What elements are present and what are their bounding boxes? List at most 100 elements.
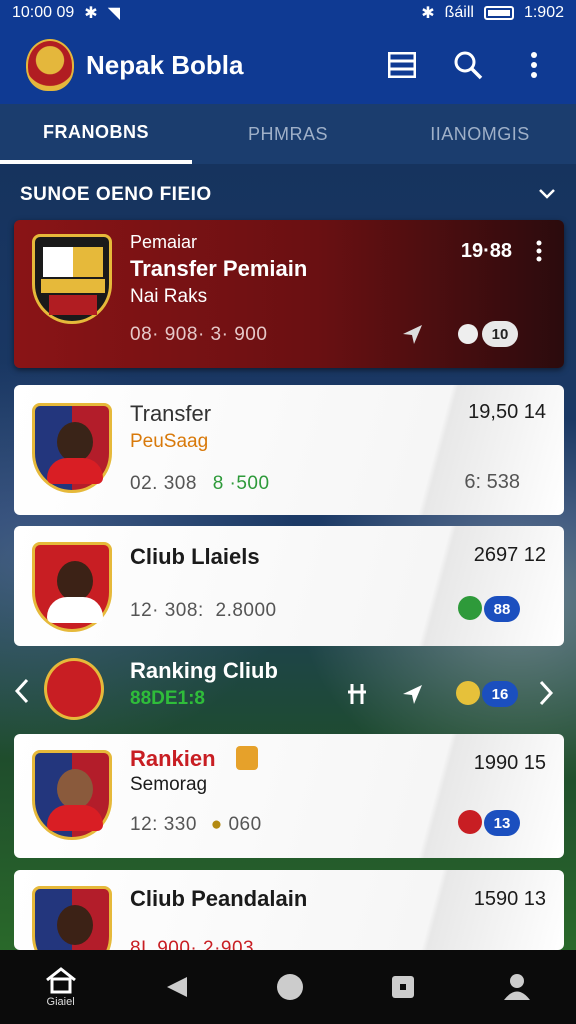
player-face [57,422,93,462]
meta-b: 060 [228,814,262,835]
nav-profile[interactable] [502,973,532,1001]
card-title: Transfer Pemiain [130,256,308,281]
player-shirt [47,458,103,484]
tab-phmras[interactable]: PHMRAS [192,104,384,164]
bluetooth-icon: ✱ [84,5,98,22]
card-meta: 8L 900· 2·903 [130,938,255,950]
card-score: 1590 13 [473,888,546,910]
card-meta: 08· 908· 3· 900 [130,324,268,345]
clock-icon [458,324,478,344]
bluetooth-icon: ✱ [421,5,435,22]
player-face [57,561,93,601]
count-badge: 13 [484,810,520,836]
card-overline: Pemaiar [130,232,198,252]
app-logo [26,39,74,91]
ranking-subtitle: 88DE1:8 [130,688,205,709]
status-time: 10:00 09 [12,4,75,21]
featured-transfer-card[interactable]: Pemaiar Transfer Pemiain Nai Raks 08· 90… [14,220,564,368]
club-card[interactable]: Cliub Llaiels 12· 308: 2.8000 2697 12 88 [14,526,564,646]
card-score: 1990 15 [473,752,546,774]
player-face [57,905,93,945]
ranking-title: Ranking Cliub [130,658,278,683]
trophy-icon [456,681,480,705]
tab-bar: FRANOBNS PHMRAS IIANOMGIS [0,104,576,164]
green-dot-icon [458,596,482,620]
crest-quarter [73,247,103,277]
back-triangle-icon [166,977,187,997]
badge-group: 13 [458,810,520,836]
player-shirt [47,805,103,831]
player-crest [32,750,112,840]
card-meta: 02. 308 8 ·500 [130,473,270,495]
card-subtitle: PeuSaag [130,431,209,452]
card-right-meta: 6: 538 [464,471,520,493]
player-crest [32,403,112,493]
more-vert-icon[interactable] [536,240,542,267]
chevron-down-icon[interactable] [538,184,556,206]
ranking-row[interactable]: Ranking Cliub 88DE1:8 16 [0,654,576,732]
status-clock: 1:902 [523,4,564,21]
player-face [57,769,93,809]
count-badge: 10 [482,321,518,347]
club-crest [32,234,112,324]
card-meta: 12: 330 ● 060 [130,814,262,836]
transfer-card[interactable]: Transfer PeuSaag 02. 308 8 ·500 19,50 14… [14,385,564,515]
player-shirt [47,597,103,623]
nav-home-label: Giaiel [46,996,75,1008]
card-score: 19,50 14 [468,401,546,423]
nav-back[interactable] [165,975,189,999]
count-badge: 16 [482,681,518,707]
crest-banner [41,279,105,293]
badge-group: 88 [458,596,520,622]
card-subtitle: Semorag [130,774,208,795]
recents-square-icon [392,976,415,998]
chevron-left-icon[interactable] [14,678,30,709]
tab-iianomgis[interactable]: IIANOMGIS [384,104,576,164]
ranking-card[interactable]: Rankien Semorag 12: 330 ● 060 1990 15 13 [14,734,564,858]
card-subtitle: Nai Raks [130,286,208,307]
meta-b: 2.8000 [215,600,277,621]
section-title: SUNOE OENO FIEIO [20,184,212,205]
card-meta: 12· 308: 2.8000 [130,600,277,622]
club-card[interactable]: Cliub Peandalain 8L 900· 2·903 1590 13 [14,870,564,950]
meta-a: 12· 308: [130,600,204,621]
profile-icon [504,974,531,1000]
club-badge-icon [236,746,258,770]
more-vert-icon[interactable] [518,49,550,81]
crest-quarter [49,295,97,315]
nav-recents[interactable] [391,975,415,999]
transfer-icon[interactable] [346,682,368,711]
nav-home-circle[interactable] [276,973,304,1001]
menu-list-icon[interactable] [386,49,418,81]
badge-group: 10 [458,321,518,347]
card-title: Cliub Llaiels [130,544,260,569]
status-bar: 10:00 09 ✱ ◥ ✱ ßáill 1:902 [0,0,576,26]
send-icon[interactable] [400,322,424,351]
signal-text: ßáill [444,4,474,21]
meta-a: 12: 330 [130,814,197,835]
count-badge: 88 [484,596,520,622]
send-icon[interactable] [400,682,424,711]
badge-group: 16 [456,681,518,707]
tab-franobns[interactable]: FRANOBNS [0,104,192,164]
section-header[interactable]: SUNOE OENO FIEIO [0,170,576,220]
wifi-icon: ◥ [107,5,120,22]
card-score: 19·88 [460,240,512,262]
card-title: Transfer [130,401,212,426]
player-crest [32,886,112,950]
card-score: 2697 12 [473,544,546,566]
crest-quarter [43,247,73,277]
home-icon [45,967,76,994]
battery-icon [483,6,514,20]
bottom-nav: Giaiel [0,950,576,1024]
home-circle-icon [276,974,303,1000]
card-title: Cliub Peandalain [130,886,308,911]
search-icon[interactable] [452,49,484,81]
meta-a: 02. 308 [130,473,197,494]
card-title: Rankien [130,746,216,771]
meta-b: 8 ·500 [212,473,270,494]
chevron-right-icon[interactable] [538,680,554,711]
nav-home[interactable]: Giaiel [44,966,78,1008]
club-crest [44,658,104,720]
player-crest [32,542,112,632]
